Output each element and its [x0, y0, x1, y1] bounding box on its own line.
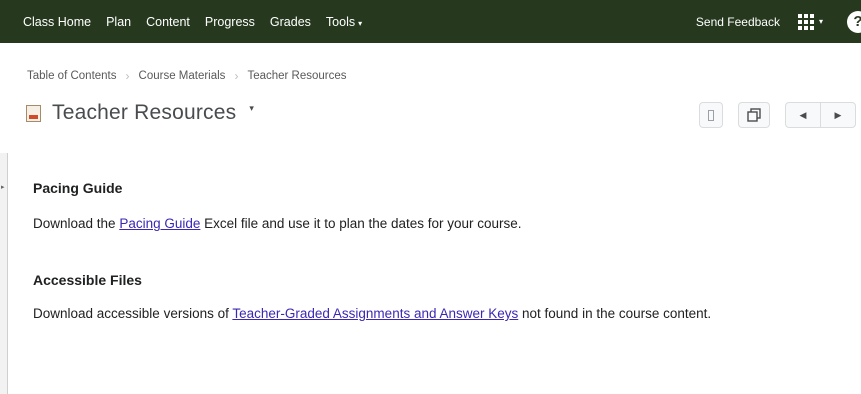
- topic-navigation: ◀ ▶: [785, 102, 856, 128]
- nav-tools-label: Tools: [325, 14, 356, 29]
- breadcrumb-current: Teacher Resources: [247, 70, 347, 82]
- breadcrumb-course-materials[interactable]: Course Materials: [139, 70, 226, 82]
- chevron-down-icon[interactable]: ▾: [819, 17, 823, 26]
- pacing-guide-link[interactable]: Pacing Guide: [119, 216, 200, 231]
- breadcrumb: Table of Contents › Course Materials › T…: [27, 69, 347, 83]
- title-menu-chevron-icon[interactable]: ▾: [249, 103, 254, 114]
- previous-topic-button[interactable]: ◀: [786, 103, 821, 127]
- open-in-new-window-button[interactable]: [738, 102, 770, 128]
- nav-content[interactable]: Content: [146, 15, 190, 29]
- accessible-files-text: Download accessible versions of Teacher-…: [33, 306, 711, 321]
- breadcrumb-separator-icon: ›: [234, 69, 239, 83]
- nav-plan[interactable]: Plan: [106, 15, 131, 29]
- chevron-down-icon: ▾: [358, 18, 363, 28]
- copy-window-icon: [747, 108, 761, 122]
- bookmark-button[interactable]: [699, 102, 723, 128]
- next-topic-button[interactable]: ▶: [821, 103, 855, 127]
- bookmark-icon: [708, 109, 714, 121]
- teacher-graded-assignments-link[interactable]: Teacher-Graded Assignments and Answer Ke…: [232, 306, 518, 321]
- send-feedback-link[interactable]: Send Feedback: [696, 15, 780, 29]
- title-row: Teacher Resources ▾: [26, 99, 254, 127]
- nav-links: Class Home Plan Content Progress Grades …: [23, 0, 377, 43]
- accessible-files-heading: Accessible Files: [33, 272, 142, 288]
- breadcrumb-table-of-contents[interactable]: Table of Contents: [27, 70, 117, 82]
- side-panel-toggle[interactable]: ▸: [0, 153, 8, 394]
- app-grid-icon[interactable]: [797, 13, 814, 30]
- document-icon: [26, 104, 41, 122]
- nav-tools[interactable]: Tools ▾: [326, 15, 362, 29]
- breadcrumb-separator-icon: ›: [125, 69, 130, 83]
- page-title: Teacher Resources: [52, 101, 237, 124]
- pacing-guide-heading: Pacing Guide: [33, 180, 123, 196]
- pacing-text-after: Excel file and use it to plan the dates …: [200, 216, 522, 231]
- nav-progress[interactable]: Progress: [205, 15, 255, 29]
- pacing-guide-text: Download the Pacing Guide Excel file and…: [33, 216, 522, 231]
- chevron-right-icon: ▸: [1, 184, 5, 191]
- nav-grades[interactable]: Grades: [270, 15, 311, 29]
- nav-class-home[interactable]: Class Home: [23, 15, 91, 29]
- accessible-text-after: not found in the course content.: [518, 306, 712, 321]
- nav-right: Send Feedback ▾ ?: [696, 0, 861, 43]
- accessible-text-before: Download accessible versions of: [33, 306, 233, 321]
- pacing-text-before: Download the: [33, 216, 120, 231]
- top-navbar: Class Home Plan Content Progress Grades …: [0, 0, 861, 43]
- help-icon[interactable]: ?: [847, 10, 861, 33]
